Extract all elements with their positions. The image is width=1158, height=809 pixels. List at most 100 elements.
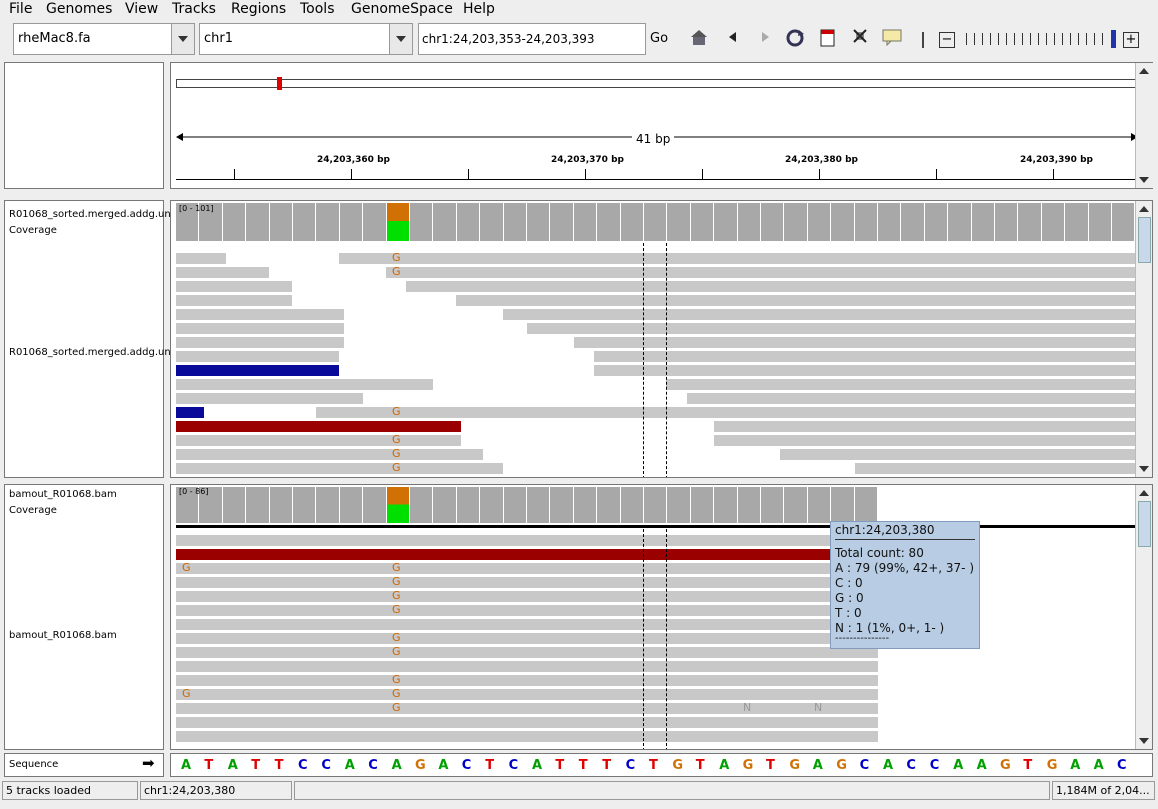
coverage-bar[interactable]	[456, 487, 481, 523]
fit-window-icon[interactable]	[850, 28, 870, 48]
menu-tracks[interactable]: Tracks	[172, 1, 216, 17]
coverage-bar[interactable]	[269, 203, 293, 241]
coverage-bar[interactable]	[550, 203, 574, 241]
track2-alignments[interactable]: GGGGGGGGGGGNN	[176, 533, 1136, 749]
alignment-read[interactable]	[406, 281, 1136, 292]
coverage-bar[interactable]	[854, 203, 878, 241]
alignment-read[interactable]	[176, 351, 339, 362]
coverage-bar[interactable]	[690, 487, 715, 523]
alignment-read[interactable]	[176, 421, 461, 432]
coverage-bar[interactable]	[433, 487, 457, 523]
alignment-read[interactable]	[527, 323, 1136, 334]
coverage-bar[interactable]	[737, 203, 761, 241]
coverage-bar[interactable]	[386, 487, 410, 523]
alignment-read[interactable]	[176, 661, 878, 672]
zoom-out-button[interactable]: −	[939, 32, 955, 48]
menu-genomes[interactable]: Genomes	[46, 1, 112, 17]
coverage-bar[interactable]	[597, 487, 621, 523]
track1-alignments[interactable]: GGGGGG	[176, 251, 1136, 477]
locus-input[interactable]: chr1:24,203,353-24,203,393	[418, 23, 646, 55]
coverage-bar[interactable]	[901, 203, 925, 241]
coverage-bar[interactable]	[807, 203, 832, 241]
coverage-bar[interactable]	[1041, 203, 1066, 241]
coverage-bar[interactable]	[293, 487, 317, 523]
coverage-bar[interactable]	[316, 203, 340, 241]
coverage-bar[interactable]	[269, 487, 293, 523]
alignment-read[interactable]	[176, 449, 483, 460]
track1-coverage-name[interactable]: R01068_sorted.merged.addg.uniq.rmdup.bam…	[9, 207, 241, 239]
coverage-bar[interactable]	[667, 203, 691, 241]
alignment-read[interactable]	[176, 463, 503, 474]
coverage-bar[interactable]	[363, 203, 387, 241]
track2-scrollbar[interactable]	[1135, 485, 1152, 749]
alignment-read[interactable]	[176, 675, 878, 686]
back-icon[interactable]	[723, 28, 743, 48]
track1-scrollbar[interactable]	[1135, 201, 1152, 477]
forward-icon[interactable]	[755, 28, 775, 48]
coverage-bar[interactable]	[339, 203, 364, 241]
alignment-read[interactable]	[176, 309, 344, 320]
alignment-read[interactable]	[855, 463, 1136, 474]
track2-coverage[interactable]	[176, 487, 878, 523]
coverage-bar[interactable]	[222, 487, 247, 523]
alignment-read[interactable]	[176, 407, 204, 418]
coverage-bar[interactable]	[667, 487, 691, 523]
alignment-read[interactable]	[176, 281, 292, 292]
coverage-bar[interactable]	[807, 487, 832, 523]
popup-info-icon[interactable]	[882, 28, 902, 48]
alignment-read[interactable]	[714, 435, 1136, 446]
alignment-read[interactable]	[666, 379, 1136, 390]
alignment-read[interactable]	[176, 295, 292, 306]
refresh-icon[interactable]	[785, 28, 805, 48]
coverage-bar[interactable]	[503, 203, 527, 241]
coverage-bar[interactable]	[737, 487, 761, 523]
coverage-bar[interactable]	[1018, 203, 1042, 241]
coverage-bar[interactable]	[690, 203, 715, 241]
alignment-read[interactable]	[176, 703, 878, 714]
status-memory[interactable]: 1,184M of 2,04...	[1052, 781, 1155, 800]
coverage-bar[interactable]	[995, 203, 1019, 241]
menu-tools[interactable]: Tools	[300, 1, 335, 17]
coverage-bar[interactable]	[948, 203, 972, 241]
alignment-read[interactable]	[176, 689, 878, 700]
zoom-in-button[interactable]: +	[1123, 32, 1139, 48]
coverage-bar[interactable]	[293, 203, 317, 241]
alignment-read[interactable]	[386, 267, 1136, 278]
coverage-bar[interactable]	[1112, 203, 1136, 241]
alignment-read[interactable]	[176, 731, 878, 742]
alignment-read[interactable]	[503, 309, 1136, 320]
track1-coverage[interactable]	[176, 203, 1136, 241]
alignment-read[interactable]	[780, 449, 1136, 460]
genome-dropdown[interactable]: rheMac8.fa	[13, 23, 195, 55]
coverage-bar[interactable]	[410, 487, 434, 523]
alignment-read[interactable]	[176, 633, 878, 644]
coverage-bar[interactable]	[433, 203, 457, 241]
zoom-slider-thumb[interactable]	[1111, 30, 1116, 48]
coverage-bar[interactable]	[714, 487, 738, 523]
coverage-bar[interactable]	[854, 487, 878, 523]
chromosome-ideogram[interactable]	[176, 79, 1136, 88]
alignment-read[interactable]	[176, 379, 433, 390]
chromosome-dropdown[interactable]: chr1	[199, 23, 413, 55]
alignment-read[interactable]	[687, 393, 1136, 404]
coverage-popup[interactable]: chr1:24,203,380 Total count: 80 A : 79 (…	[830, 521, 980, 649]
coverage-bar[interactable]	[550, 487, 574, 523]
menu-file[interactable]: File	[9, 1, 32, 17]
strand-arrow-icon[interactable]: ➡	[142, 754, 155, 772]
alignment-read[interactable]	[176, 337, 344, 348]
coverage-bar[interactable]	[714, 203, 738, 241]
track2-alignment-name[interactable]: bamout_R01068.bam	[9, 628, 159, 644]
coverage-bar[interactable]	[480, 487, 504, 523]
track2-coverage-name[interactable]: bamout_R01068.bam Coverage	[9, 487, 165, 519]
coverage-bar[interactable]	[316, 487, 340, 523]
coverage-bar[interactable]	[456, 203, 481, 241]
coverage-bar[interactable]	[339, 487, 364, 523]
alignment-read[interactable]	[176, 717, 878, 728]
alignment-read[interactable]	[176, 535, 878, 546]
alignment-read[interactable]	[176, 619, 878, 630]
coverage-bar[interactable]	[386, 203, 410, 241]
coverage-bar[interactable]	[761, 487, 785, 523]
alignment-read[interactable]	[316, 407, 1136, 418]
zoom-slider[interactable]	[966, 33, 1108, 45]
coverage-bar[interactable]	[1088, 203, 1112, 241]
